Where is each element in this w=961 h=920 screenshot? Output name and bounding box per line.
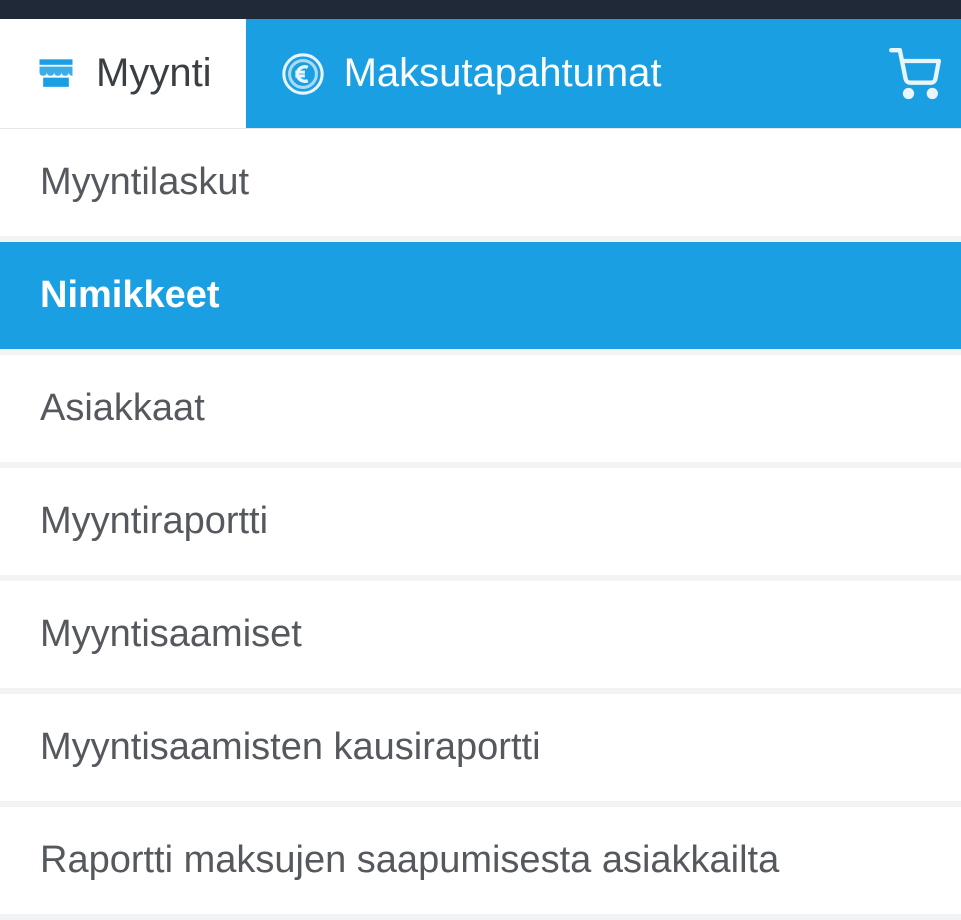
menu-item-customer-payments-report[interactable]: Raportti maksujen saapumisesta asiakkail… xyxy=(0,807,961,920)
tab-sales-label: Myynti xyxy=(96,51,212,96)
tab-transactions[interactable]: Maksutapahtumat xyxy=(246,19,696,128)
menu-item-label: Nimikkeet xyxy=(40,274,220,316)
cart-icon xyxy=(889,48,941,100)
menu-item-items[interactable]: Nimikkeet xyxy=(0,242,961,355)
menu-item-label: Myyntisaamisten kausiraportti xyxy=(40,726,541,768)
menu-item-label: Raportti maksujen saapumisesta asiakkail… xyxy=(40,839,779,881)
menu-item-sales-invoices[interactable]: Myyntilaskut xyxy=(0,129,961,242)
tab-cart[interactable] xyxy=(855,19,961,128)
window-top-border xyxy=(0,0,961,19)
sales-submenu: Myyntilaskut Nimikkeet Asiakkaat Myyntir… xyxy=(0,129,961,920)
main-tabs: Myynti Maksutapahtumat xyxy=(0,19,961,129)
menu-item-label: Myyntiraportti xyxy=(40,500,268,542)
menu-item-receivables[interactable]: Myyntisaamiset xyxy=(0,581,961,694)
menu-item-receivables-period-report[interactable]: Myyntisaamisten kausiraportti xyxy=(0,694,961,807)
menu-item-customers[interactable]: Asiakkaat xyxy=(0,355,961,468)
menu-item-label: Myyntilaskut xyxy=(40,161,249,203)
menu-item-sales-report[interactable]: Myyntiraportti xyxy=(0,468,961,581)
menu-item-label: Asiakkaat xyxy=(40,387,205,429)
tab-sales[interactable]: Myynti xyxy=(0,19,246,128)
tab-transactions-label: Maksutapahtumat xyxy=(344,51,662,96)
menu-item-label: Myyntisaamiset xyxy=(40,613,302,655)
euro-coin-icon xyxy=(280,51,326,97)
storefront-icon xyxy=(34,52,78,96)
